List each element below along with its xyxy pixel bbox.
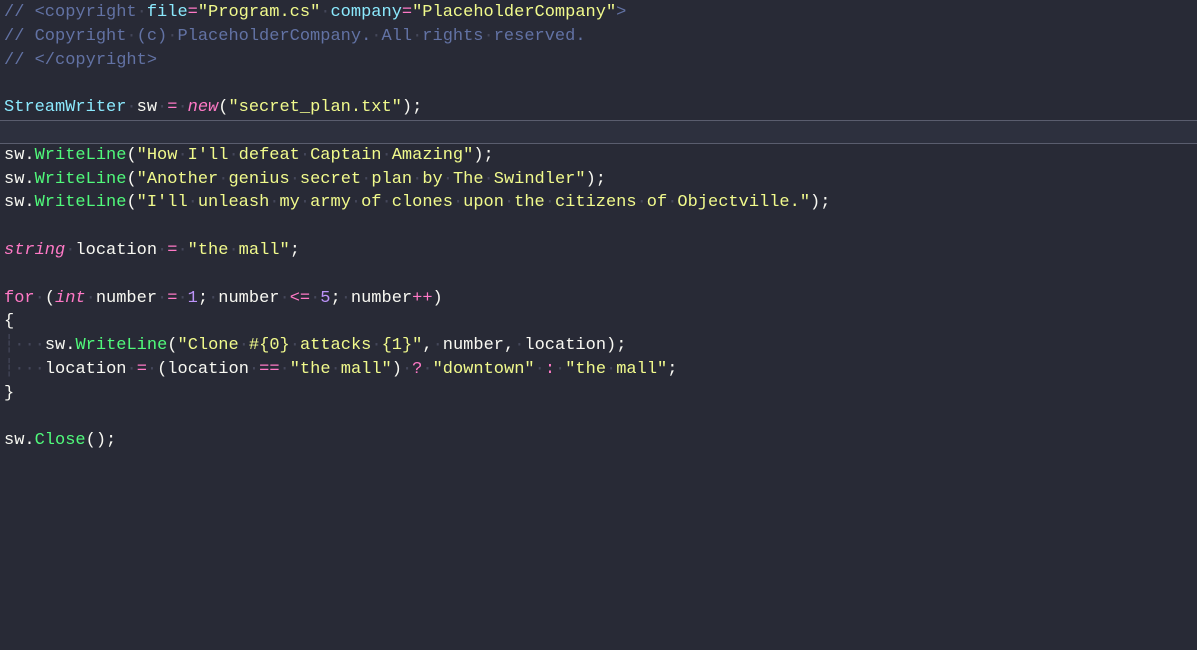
string-literal: "I'll·unleash·my·army·of·clones·upon·the… — [137, 193, 810, 212]
type-name: StreamWriter — [4, 98, 126, 117]
string-literal: "Another·genius·secret·plan·by·The·Swind… — [137, 170, 586, 189]
operator: = — [167, 98, 177, 117]
string-literal: "the·mall" — [565, 360, 667, 379]
code-line[interactable]: ┆···location·=·(location·==·"the·mall")·… — [4, 358, 1197, 382]
code-line[interactable] — [4, 72, 1197, 96]
code-line[interactable]: // Copyright·(c)·PlaceholderCompany.·All… — [4, 25, 1197, 49]
keyword: int — [55, 289, 86, 308]
code-line[interactable]: // </copyright> — [4, 49, 1197, 73]
number-literal: 5 — [320, 289, 330, 308]
string-literal: "secret_plan.txt" — [228, 98, 401, 117]
current-line[interactable] — [0, 120, 1197, 144]
keyword: for — [4, 289, 35, 308]
code-line[interactable]: sw.Close(); — [4, 429, 1197, 453]
code-line[interactable]: sw.WriteLine("How·I'll·defeat·Captain·Am… — [4, 144, 1197, 168]
code-line[interactable]: for·(int·number·=·1;·number·<=·5;·number… — [4, 287, 1197, 311]
code-line[interactable]: } — [4, 382, 1197, 406]
code-editor[interactable]: // <copyright·file="Program.cs"·company=… — [0, 0, 1197, 453]
string-literal: "the·mall" — [188, 241, 290, 260]
string-literal: "downtown" — [433, 360, 535, 379]
string-literal: "the·mall" — [290, 360, 392, 379]
identifier: sw — [137, 98, 157, 117]
code-line[interactable] — [4, 215, 1197, 239]
code-line[interactable]: // <copyright·file="Program.cs"·company=… — [4, 1, 1197, 25]
method-name: WriteLine — [35, 193, 127, 212]
method-name: WriteLine — [35, 170, 127, 189]
indent-guide: ┆ — [4, 360, 14, 379]
keyword: string — [4, 241, 65, 260]
method-name: WriteLine — [35, 146, 127, 165]
code-line[interactable]: sw.WriteLine("I'll·unleash·my·army·of·cl… — [4, 191, 1197, 215]
code-line[interactable] — [4, 406, 1197, 430]
comment-text: // </copyright> — [4, 51, 157, 70]
code-line[interactable]: { — [4, 310, 1197, 334]
code-line[interactable]: ┆···sw.WriteLine("Clone·#{0}·attacks·{1}… — [4, 334, 1197, 358]
code-line[interactable] — [4, 263, 1197, 287]
code-line[interactable]: string·location·=·"the·mall"; — [4, 239, 1197, 263]
number-literal: 1 — [188, 289, 198, 308]
code-line[interactable]: sw.WriteLine("Another·genius·secret·plan… — [4, 168, 1197, 192]
code-line[interactable]: StreamWriter·sw·=·new("secret_plan.txt")… — [4, 96, 1197, 120]
identifier: location — [75, 241, 157, 260]
method-name: Close — [35, 431, 86, 450]
string-literal: "How·I'll·defeat·Captain·Amazing" — [137, 146, 474, 165]
string-literal: "Clone·#{0}·attacks·{1}" — [178, 336, 423, 355]
keyword: new — [188, 98, 219, 117]
method-name: WriteLine — [75, 336, 167, 355]
indent-guide: ┆ — [4, 336, 14, 355]
comment-text: // Copyright·(c)·PlaceholderCompany.·All… — [4, 27, 586, 46]
comment-text: // <copyright·file="Program.cs"·company=… — [4, 3, 626, 22]
